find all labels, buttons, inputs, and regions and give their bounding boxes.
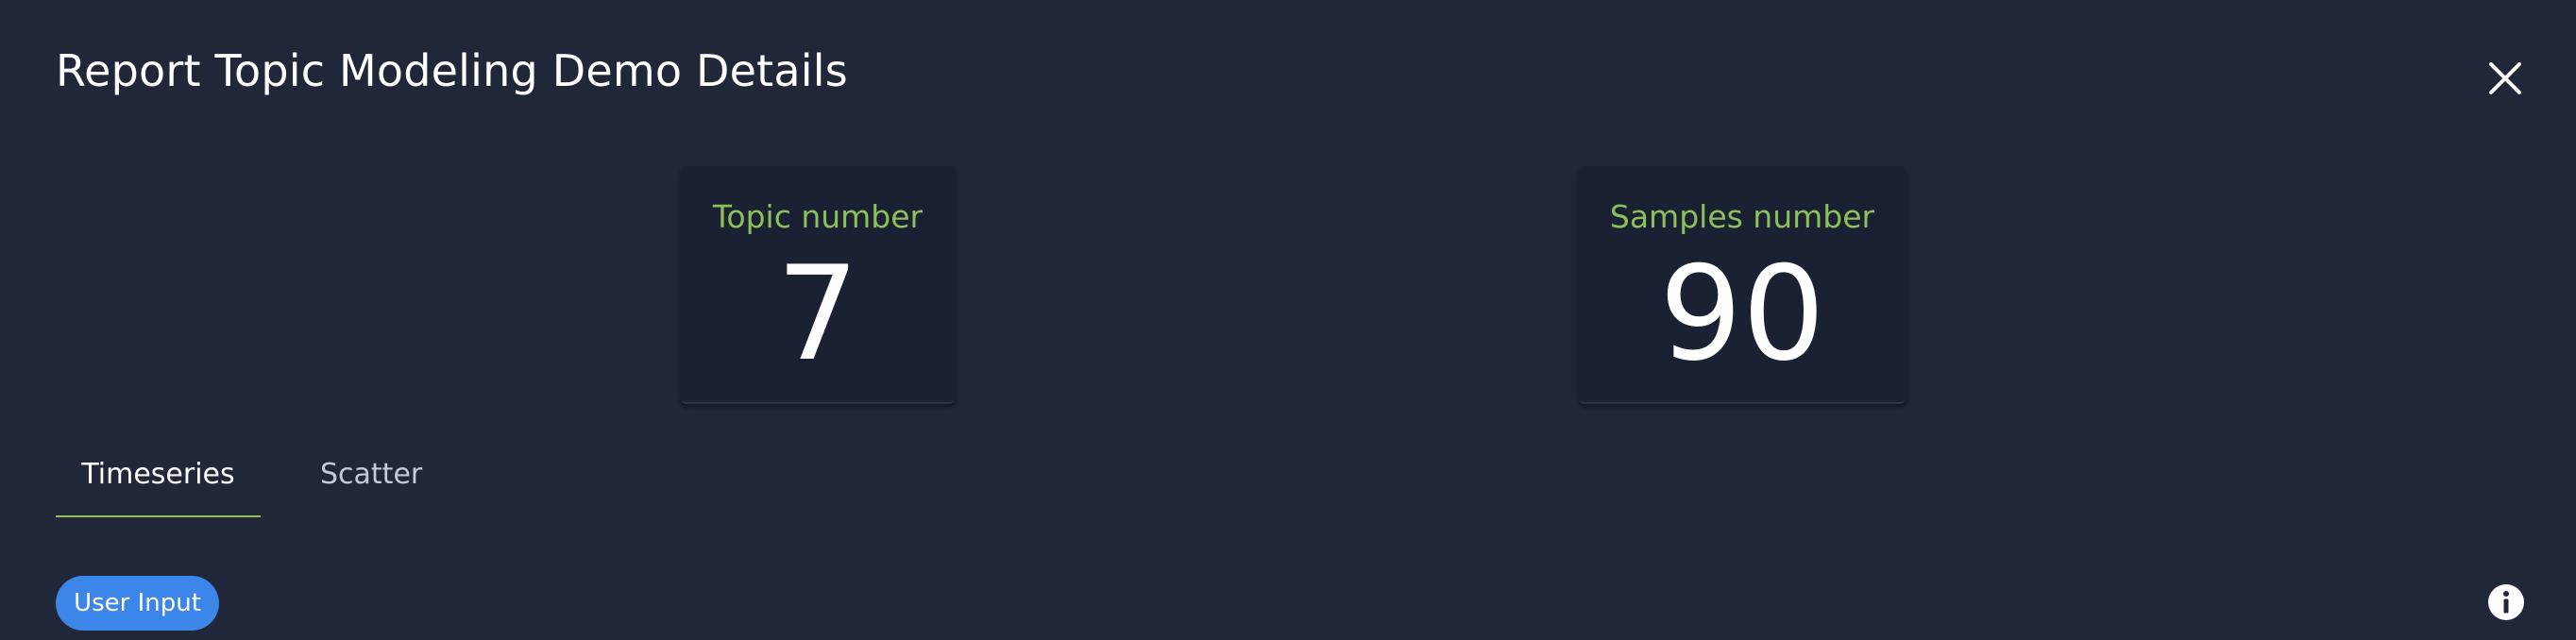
samples-number-card: Samples number 90 bbox=[1579, 166, 1906, 404]
tab-scatter[interactable]: Scatter bbox=[320, 444, 422, 515]
info-button[interactable] bbox=[2487, 583, 2525, 621]
samples-number-label: Samples number bbox=[1609, 198, 1875, 235]
samples-number-value: 90 bbox=[1659, 238, 1825, 390]
user-input-button[interactable]: User Input bbox=[56, 576, 219, 631]
dialog-title: Report Topic Modeling Demo Details bbox=[56, 45, 848, 96]
topic-number-label: Topic number bbox=[712, 198, 924, 235]
topic-number-card: Topic number 7 bbox=[681, 166, 955, 404]
close-icon bbox=[2489, 62, 2521, 94]
close-button[interactable] bbox=[2485, 59, 2525, 98]
report-details-dialog: Report Topic Modeling Demo Details Topic… bbox=[0, 0, 2576, 640]
info-icon bbox=[2488, 584, 2524, 620]
topic-number-value: 7 bbox=[776, 238, 859, 390]
tab-timeseries[interactable]: Timeseries bbox=[56, 444, 261, 517]
